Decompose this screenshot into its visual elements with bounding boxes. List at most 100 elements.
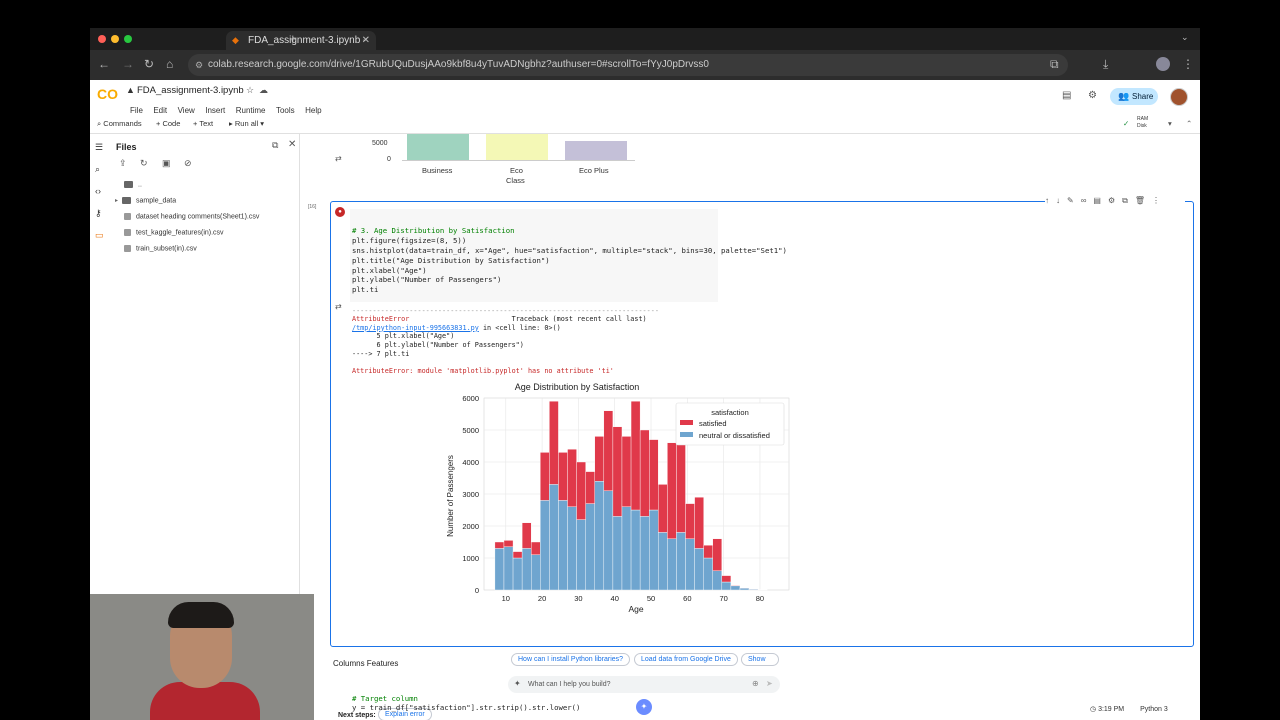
- prev-bar-eco-plus: [565, 141, 627, 160]
- close-window-icon[interactable]: [98, 35, 106, 43]
- chip-load-drive[interactable]: Load data from Google Drive: [634, 653, 738, 666]
- folder-icon: [122, 197, 132, 204]
- upload-icon[interactable]: ⇪: [119, 158, 127, 169]
- run-all-button[interactable]: ▸ Run all ▾: [229, 119, 264, 128]
- toc-icon[interactable]: ☰: [95, 142, 103, 153]
- x-tick-label: 50: [647, 594, 655, 603]
- code-line-4: plt.title("Age Distribution by Satisfact…: [352, 255, 550, 265]
- reload-icon[interactable]: ↻: [144, 57, 154, 71]
- comment-icon[interactable]: ▤: [1062, 90, 1071, 101]
- disk-label[interactable]: Disk: [1137, 123, 1147, 129]
- file-item-parent[interactable]: ..: [124, 181, 142, 188]
- browser-menu-icon[interactable]: ⋮: [1182, 57, 1194, 71]
- y-tick-label: 3000: [462, 490, 479, 499]
- commands-button[interactable]: ⌕ Commands: [97, 119, 142, 129]
- traceback-file-link[interactable]: /tmp/ipython-input-995663831.py: [352, 324, 479, 332]
- section-title: Columns Features: [333, 659, 399, 668]
- colab-header: CO ▲ FDA_assignment-3.ipynb ☆ ☁ File Edi…: [90, 80, 1200, 115]
- next-cell-code[interactable]: # Target column y = train_df["satisfacti…: [352, 684, 580, 720]
- share-label: Share: [1132, 92, 1154, 101]
- forward-icon[interactable]: →: [122, 57, 134, 71]
- gemini-icon[interactable]: ✦: [636, 699, 652, 715]
- resource-dropdown-icon[interactable]: ▾: [1168, 119, 1172, 128]
- status-bar: ◷ 3:19 PM Python 3: [1090, 705, 1168, 713]
- new-window-icon[interactable]: ⧉: [272, 140, 278, 151]
- prev-x-label: Class: [506, 176, 525, 185]
- runtime-label[interactable]: Python 3: [1140, 706, 1168, 713]
- bar-satisfied: [531, 541, 541, 556]
- add-code-button[interactable]: + Code: [156, 119, 180, 128]
- prev-y-tick-5000: 5000: [372, 140, 388, 147]
- move-down-icon[interactable]: ↓: [1056, 196, 1067, 205]
- y-tick-label: 5000: [462, 426, 479, 435]
- files-icon[interactable]: ▭: [95, 230, 104, 241]
- close-tab-icon[interactable]: ✕: [362, 31, 370, 50]
- more-icon[interactable]: ⋮: [1152, 196, 1167, 205]
- person-hair: [168, 602, 234, 628]
- bar-satisfied: [603, 410, 614, 491]
- user-avatar[interactable]: [1170, 88, 1188, 106]
- link-icon[interactable]: ∞: [1081, 196, 1094, 205]
- cell-settings-icon[interactable]: ⚙: [1108, 196, 1122, 205]
- profile-avatar[interactable]: [1156, 57, 1170, 71]
- extensions-icon[interactable]: ⧉: [1050, 57, 1059, 72]
- traceback-file-suffix: in <cell line: 0>(): [478, 323, 561, 332]
- share-button[interactable]: 👥 Share: [1110, 88, 1158, 105]
- add-icon[interactable]: ⊕: [752, 679, 759, 688]
- refresh-icon[interactable]: ↻: [140, 158, 148, 169]
- tab-search-icon[interactable]: ⌄: [1181, 32, 1189, 43]
- bar-neutral-dissatisfied: [621, 506, 632, 591]
- new-tab-icon[interactable]: +: [289, 31, 297, 46]
- ram-label[interactable]: RAM: [1137, 116, 1148, 122]
- collapse-header-icon[interactable]: ⌃: [1186, 119, 1192, 128]
- y-tick-label: 6000: [462, 394, 479, 403]
- edit-icon[interactable]: ✎: [1067, 196, 1081, 205]
- back-icon[interactable]: ←: [98, 57, 110, 71]
- close-panel-icon[interactable]: ✕: [288, 139, 296, 150]
- browser-tab-bar: ◆ FDA_assignment-3.ipynb - C ✕ + ⌄: [90, 28, 1200, 65]
- bar-satisfied: [540, 452, 550, 501]
- file-item-test-kaggle[interactable]: test_kaggle_features(in).csv: [124, 229, 224, 236]
- code-block[interactable]: # 3. Age Distribution by Satisfaction pl…: [352, 216, 787, 305]
- comment-cell-icon[interactable]: ▤: [1093, 196, 1108, 205]
- notebook-name[interactable]: FDA_assignment-3.ipynb: [137, 85, 244, 96]
- bar-neutral-dissatisfied: [739, 587, 750, 591]
- download-icon[interactable]: ⤓: [1103, 57, 1108, 72]
- prev-x-axis: [402, 160, 635, 161]
- bar-neutral-dissatisfied: [658, 532, 668, 591]
- mirror-icon[interactable]: ⧉: [1122, 196, 1135, 205]
- settings-icon[interactable]: ⚙: [1088, 90, 1097, 101]
- bar-neutral-dissatisfied: [512, 557, 523, 591]
- bar-satisfied: [612, 426, 623, 517]
- find-icon[interactable]: ⌕: [95, 164, 100, 175]
- chip-install-libraries[interactable]: How can I install Python libraries?: [511, 653, 631, 666]
- add-text-button[interactable]: + Text: [193, 119, 213, 128]
- move-up-icon[interactable]: ↑: [1045, 196, 1056, 205]
- run-cell-error-icon[interactable]: ●: [335, 207, 345, 217]
- file-item-sample-data[interactable]: ▸ sample_data: [115, 197, 176, 204]
- hide-files-icon[interactable]: ⊘: [184, 158, 192, 169]
- secrets-icon[interactable]: ⚷: [95, 208, 102, 219]
- output-options-icon[interactable]: ⇄: [335, 302, 342, 311]
- code-snippets-icon[interactable]: ‹›: [95, 186, 101, 196]
- output-options-icon[interactable]: ⇄: [335, 154, 342, 163]
- people-icon: 👥: [1118, 91, 1130, 101]
- file-item-train-subset[interactable]: train_subset(in).csv: [124, 245, 197, 252]
- maximize-window-icon[interactable]: [124, 35, 132, 43]
- url-field[interactable]: ⚙ colab.research.google.com/drive/1GRubU…: [188, 54, 1068, 76]
- connected-check-icon: ✓: [1123, 119, 1130, 128]
- chip-show-an[interactable]: Show an e: [741, 653, 779, 666]
- browser-tab[interactable]: ◆ FDA_assignment-3.ipynb - C ✕: [226, 31, 376, 65]
- file-item-dataset-comments[interactable]: dataset heading comments(Sheet1).csv: [124, 213, 259, 220]
- chevron-right-icon: ▸: [115, 198, 119, 205]
- drive-mount-icon[interactable]: ▣: [162, 158, 171, 169]
- legend-label-neutral: neutral or dissatisfied: [699, 431, 770, 440]
- home-icon[interactable]: ⌂: [166, 57, 173, 71]
- star-icon[interactable]: ☆: [246, 85, 254, 96]
- site-info-icon[interactable]: ⚙: [195, 54, 203, 76]
- delete-icon[interactable]: 🗑: [1135, 196, 1152, 205]
- send-icon[interactable]: ➤: [766, 679, 773, 688]
- bar-neutral-dissatisfied: [540, 500, 550, 591]
- legend-swatch-neutral: [680, 432, 693, 437]
- minimize-window-icon[interactable]: [111, 35, 119, 43]
